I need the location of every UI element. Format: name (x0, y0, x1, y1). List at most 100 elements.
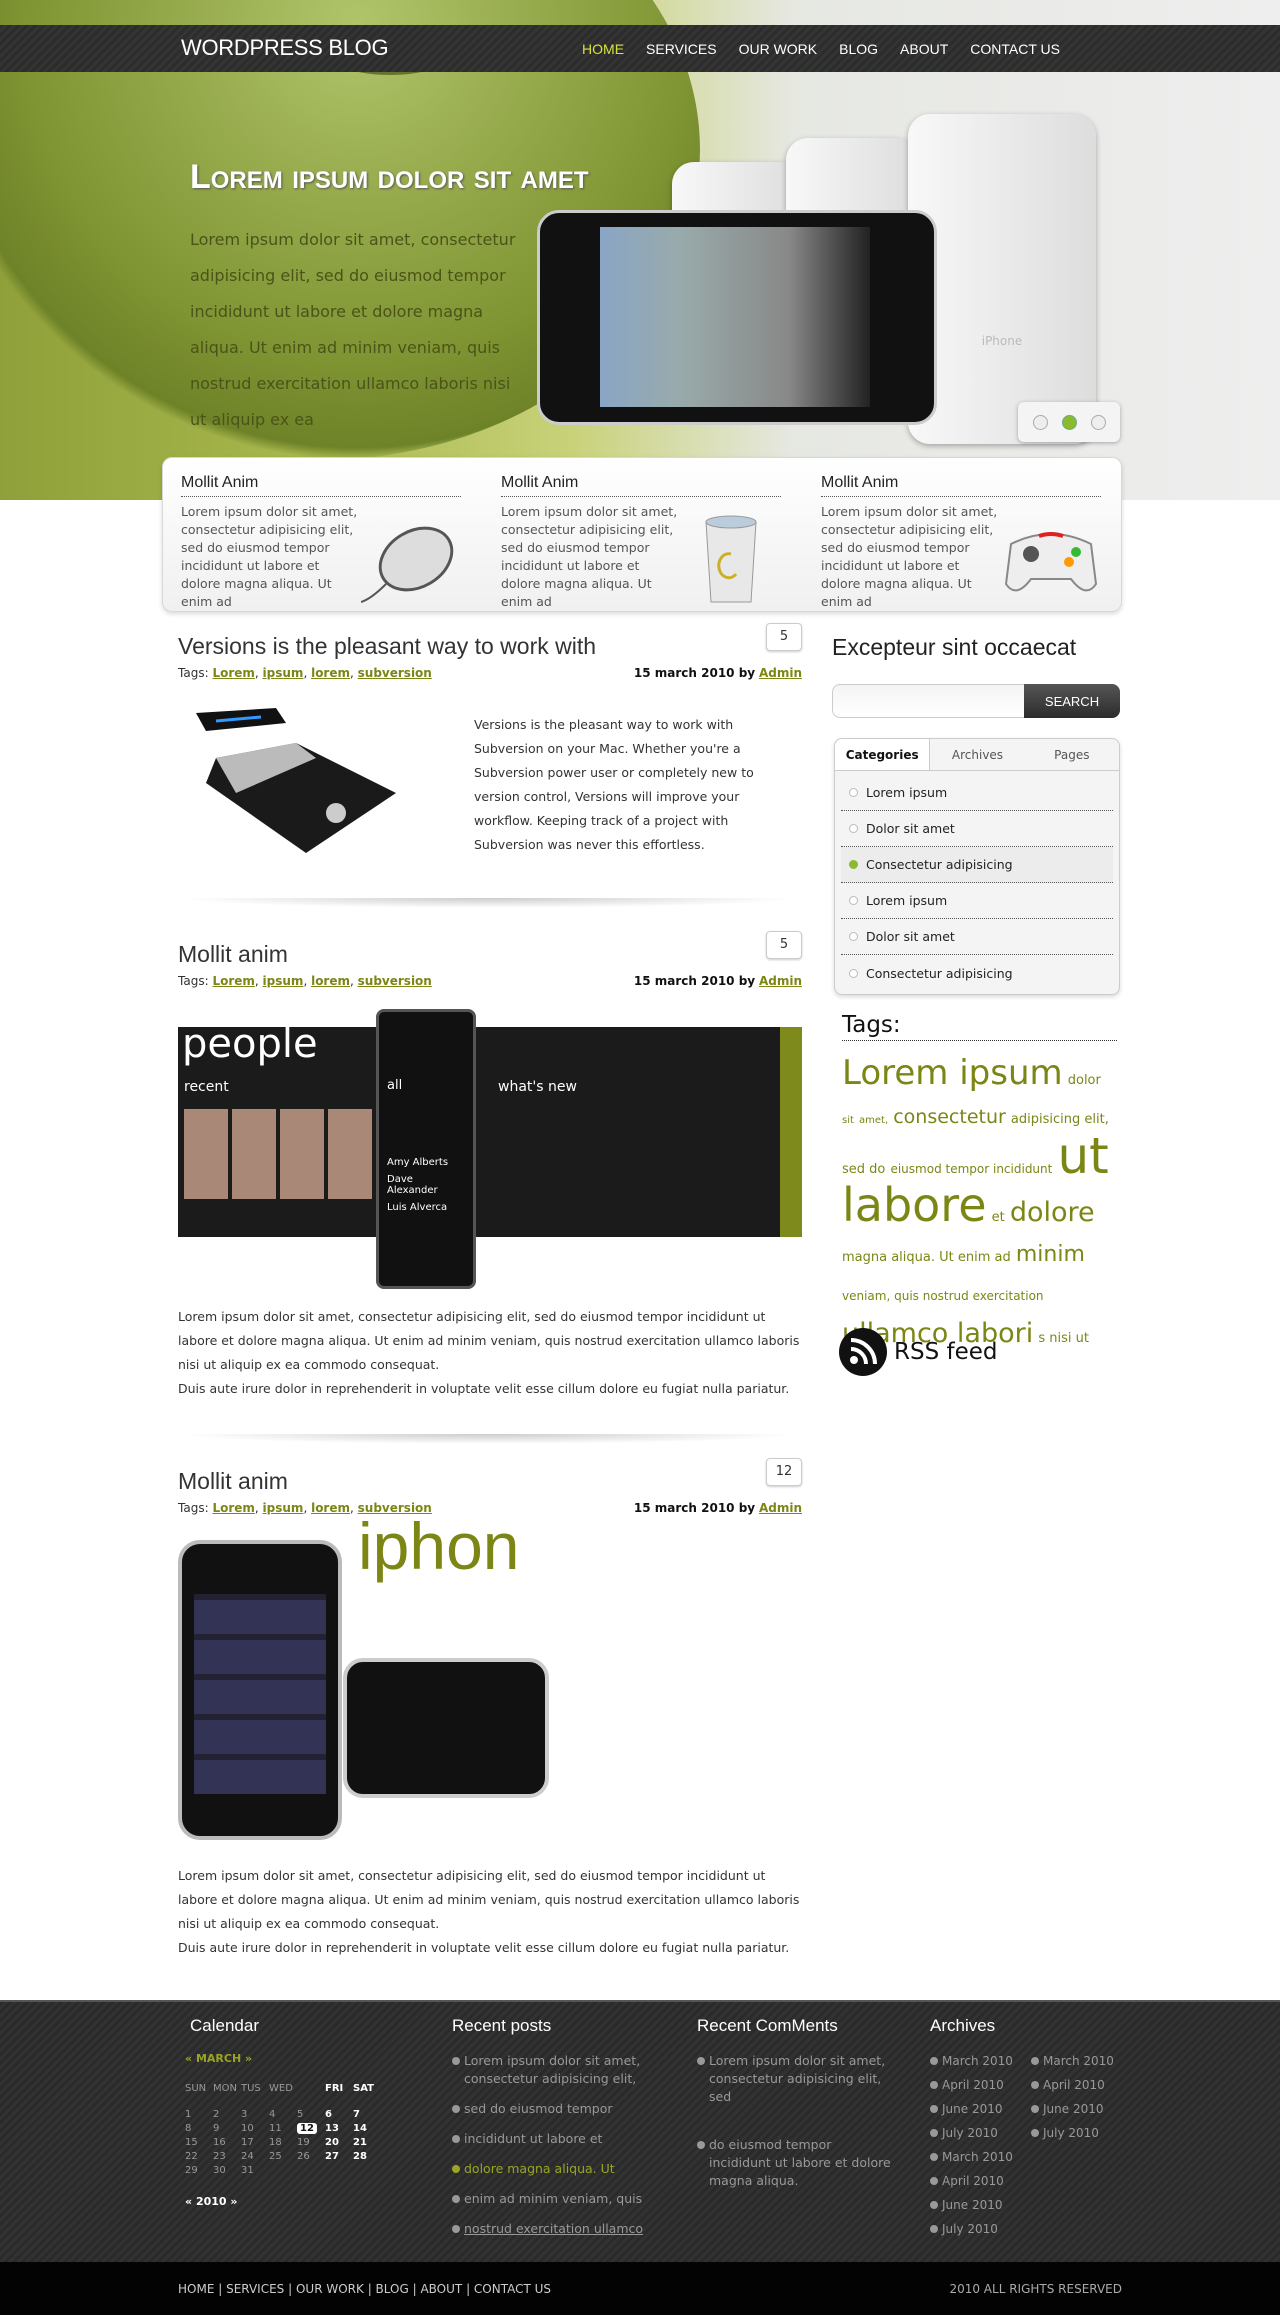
calendar-day[interactable]: 28 (353, 2149, 381, 2163)
tag-link[interactable]: ipsum (263, 974, 304, 988)
comment-count-badge[interactable]: 5 (766, 623, 802, 651)
calendar-day[interactable]: 8 (185, 2121, 213, 2135)
calendar-day[interactable]: 10 (241, 2121, 269, 2135)
slide-dot-2[interactable] (1061, 414, 1077, 430)
comment-count-badge[interactable]: 12 (766, 1458, 802, 1486)
comment-count-badge[interactable]: 5 (766, 931, 802, 959)
category-item[interactable]: Lorem ipsum (841, 883, 1113, 919)
tag-cloud-link[interactable]: dolor (1068, 1073, 1101, 1088)
tag-link[interactable]: ipsum (263, 666, 304, 680)
site-logo[interactable]: WORDPRESS BLOG (181, 35, 389, 61)
footer-list-item[interactable]: April 2010 (930, 2172, 1030, 2190)
footer-nav-link[interactable]: HOME (178, 2282, 214, 2296)
footer-list-item[interactable]: March 2010 (930, 2052, 1030, 2070)
calendar-day[interactable]: 23 (213, 2149, 241, 2163)
prev-year[interactable]: « (185, 2195, 196, 2208)
footer-nav-link[interactable]: BLOG (376, 2282, 409, 2296)
tag-link[interactable]: subversion (358, 666, 432, 680)
calendar-day[interactable]: 25 (269, 2149, 297, 2163)
search-button[interactable]: SEARCH (1024, 684, 1120, 718)
tag-cloud-link[interactable]: sit (842, 1115, 854, 1126)
calendar-day[interactable]: 1 (185, 2107, 213, 2121)
post-title[interactable]: Mollit anim (178, 941, 802, 968)
calendar-day[interactable]: 4 (269, 2107, 297, 2121)
calendar-day[interactable]: 18 (269, 2135, 297, 2149)
calendar-day[interactable]: 9 (213, 2121, 241, 2135)
slide-dot-3[interactable] (1090, 414, 1106, 430)
tag-cloud-link[interactable]: consectetur (893, 1106, 1006, 1128)
author-link[interactable]: Admin (759, 666, 802, 680)
tag-link[interactable]: lorem (311, 974, 350, 988)
prev-month[interactable]: « (185, 2052, 196, 2065)
next-year[interactable]: » (227, 2195, 237, 2208)
nav-our-work[interactable]: OUR WORK (739, 41, 818, 57)
footer-list-item[interactable]: do eiusmod tempor incididunt ut labore e… (697, 2136, 897, 2190)
footer-list-item[interactable]: April 2010 (1031, 2076, 1131, 2094)
footer-list-item[interactable]: sed do eiusmod tempor (452, 2100, 652, 2118)
calendar-day[interactable]: 20 (325, 2135, 353, 2149)
calendar-day[interactable]: 16 (213, 2135, 241, 2149)
calendar-day[interactable]: 5 (297, 2107, 325, 2121)
calendar-day[interactable]: 19 (297, 2135, 325, 2149)
calendar-day[interactable]: 26 (297, 2149, 325, 2163)
tag-link[interactable]: lorem (311, 1501, 350, 1515)
calendar-day[interactable]: 3 (241, 2107, 269, 2121)
tag-link[interactable]: subversion (358, 974, 432, 988)
nav-blog[interactable]: BLOG (839, 41, 878, 57)
tag-cloud-link[interactable]: minim (1016, 1242, 1085, 1267)
author-link[interactable]: Admin (759, 1501, 802, 1515)
calendar-day[interactable]: 31 (241, 2163, 269, 2177)
footer-list-item[interactable]: June 2010 (930, 2196, 1030, 2214)
tag-cloud-link[interactable]: s nisi ut (1038, 1331, 1089, 1346)
next-month[interactable]: » (241, 2052, 252, 2065)
tag-cloud-link[interactable]: magna aliqua. Ut enim ad (842, 1250, 1011, 1265)
footer-nav-link[interactable]: ABOUT (420, 2282, 462, 2296)
footer-nav-link[interactable]: SERVICES (226, 2282, 284, 2296)
footer-list-item[interactable]: July 2010 (930, 2124, 1030, 2142)
calendar-day[interactable]: 27 (325, 2149, 353, 2163)
calendar-day[interactable]: 21 (353, 2135, 381, 2149)
nav-contact[interactable]: CONTACT US (970, 41, 1060, 57)
calendar-day[interactable]: 17 (241, 2135, 269, 2149)
category-item[interactable]: Consectetur adipisicing (841, 955, 1113, 991)
footer-list-item[interactable]: nostrud exercitation ullamco (452, 2220, 652, 2238)
tag-link[interactable]: Lorem (212, 974, 254, 988)
tag-link[interactable]: ipsum (263, 1501, 304, 1515)
tag-cloud-link[interactable]: ut (1057, 1127, 1108, 1185)
footer-list-item[interactable]: July 2010 (1031, 2124, 1131, 2142)
nav-home[interactable]: HOME (582, 41, 624, 57)
calendar-day[interactable]: 2 (213, 2107, 241, 2121)
calendar-day[interactable]: 11 (269, 2121, 297, 2135)
tag-cloud-link[interactable]: veniam, quis nostrud exercitation (842, 1289, 1044, 1303)
slide-dot-1[interactable] (1032, 414, 1048, 430)
calendar-day[interactable]: 22 (185, 2149, 213, 2163)
footer-list-item[interactable]: dolore magna aliqua. Ut (452, 2160, 652, 2178)
calendar-day[interactable]: 30 (213, 2163, 241, 2177)
post-title[interactable]: Versions is the pleasant way to work wit… (178, 633, 802, 660)
footer-nav-link[interactable]: OUR WORK (296, 2282, 364, 2296)
tag-link[interactable]: Lorem (212, 1501, 254, 1515)
rss-link[interactable]: RSS feed (838, 1327, 998, 1377)
tab-categories[interactable]: Categories (835, 739, 931, 770)
category-item[interactable]: Lorem ipsum (841, 775, 1113, 811)
footer-list-item[interactable]: July 2010 (930, 2220, 1030, 2238)
calendar-day[interactable]: 15 (185, 2135, 213, 2149)
calendar-day[interactable]: 6 (325, 2107, 353, 2121)
tag-cloud-link[interactable]: et (992, 1210, 1005, 1225)
tag-cloud-link[interactable]: amet, (859, 1115, 888, 1126)
nav-services[interactable]: SERVICES (646, 41, 717, 57)
footer-list-item[interactable]: April 2010 (930, 2076, 1030, 2094)
post-title[interactable]: Mollit anim (178, 1468, 802, 1495)
calendar-day[interactable]: 29 (185, 2163, 213, 2177)
footer-list-item[interactable]: March 2010 (930, 2148, 1030, 2166)
tag-cloud-link[interactable]: dolore (1010, 1197, 1095, 1228)
footer-list-item[interactable]: enim ad minim veniam, quis (452, 2190, 652, 2208)
footer-list-item[interactable]: June 2010 (1031, 2100, 1131, 2118)
calendar-day[interactable]: 7 (353, 2107, 381, 2121)
tag-link[interactable]: lorem (311, 666, 350, 680)
tag-cloud-link[interactable]: Lorem ipsum (842, 1053, 1063, 1093)
calendar-day[interactable]: 24 (241, 2149, 269, 2163)
calendar-day[interactable]: 13 (325, 2121, 353, 2135)
category-item[interactable]: Dolor sit amet (841, 811, 1113, 847)
footer-list-item[interactable]: March 2010 (1031, 2052, 1131, 2070)
